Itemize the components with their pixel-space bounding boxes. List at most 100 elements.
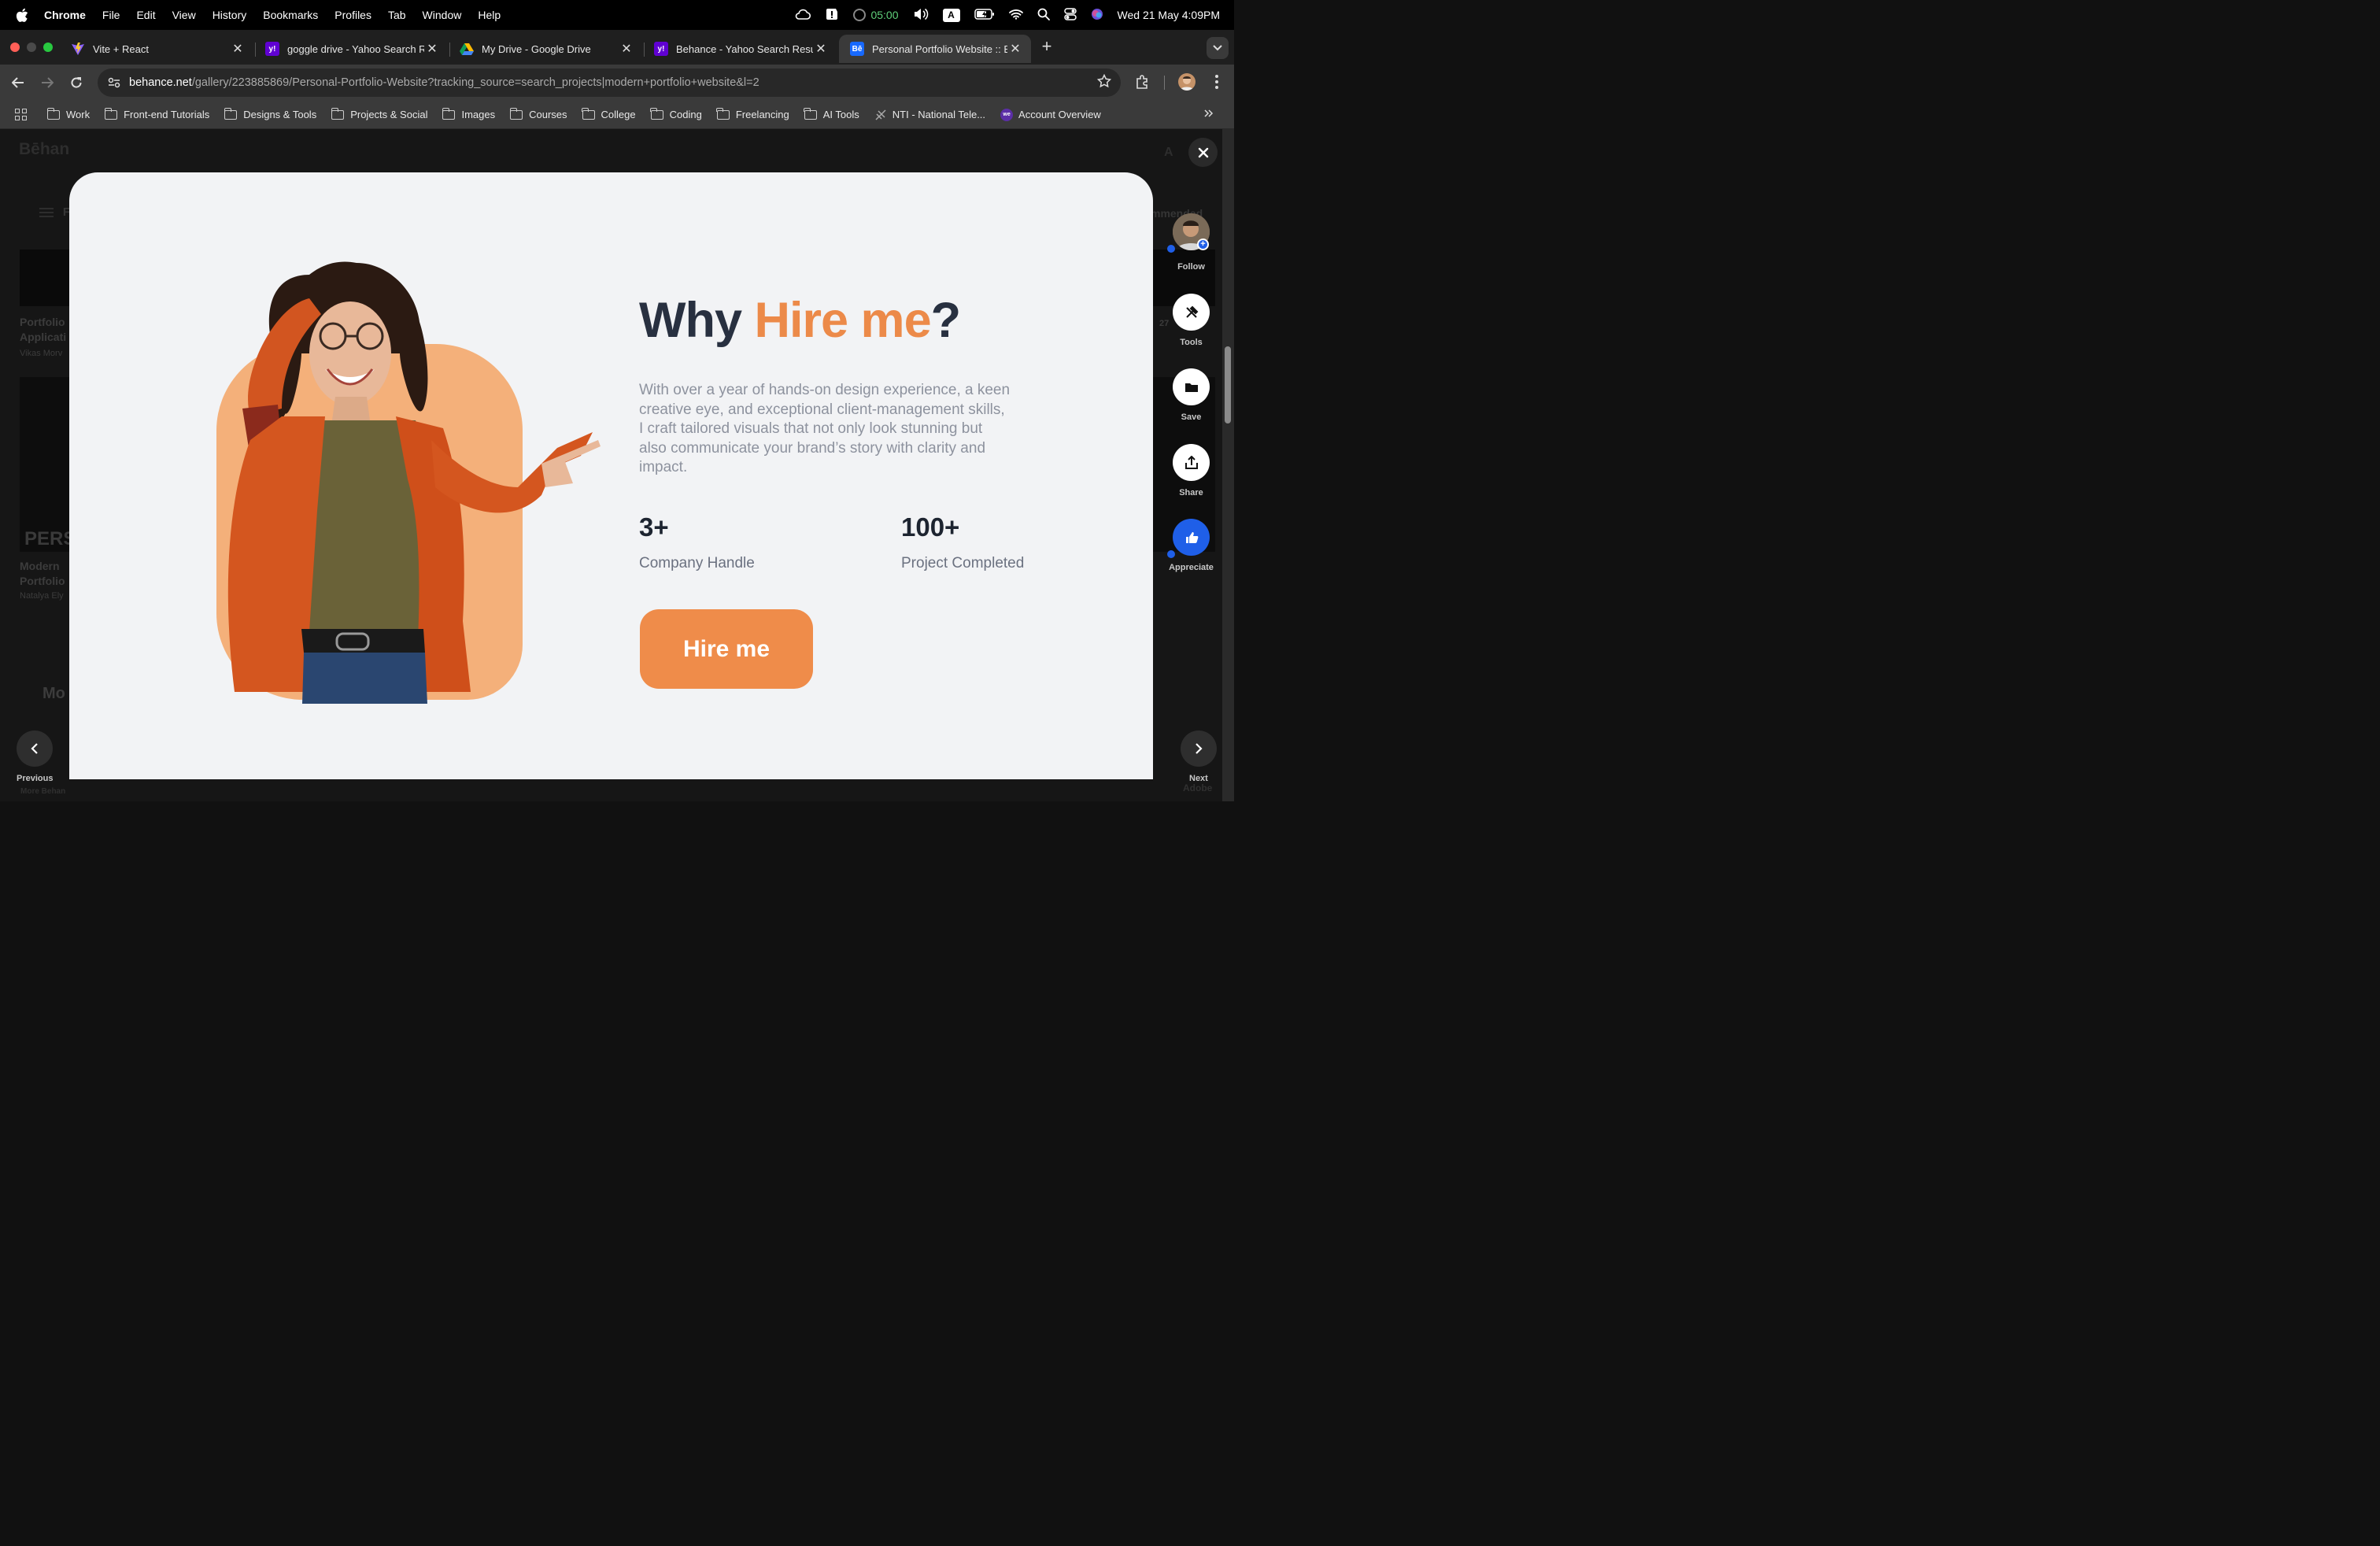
bookmark-folder-coding[interactable]: Coding (650, 107, 702, 120)
window-zoom-button[interactable] (43, 43, 53, 52)
project-thumbnail[interactable] (20, 250, 75, 306)
forward-button[interactable] (39, 74, 56, 91)
save-label[interactable]: Save (1154, 412, 1229, 422)
scrollbar-thumb[interactable] (1225, 346, 1231, 423)
folder-icon (716, 107, 730, 120)
spotlight-search-icon[interactable] (1037, 8, 1050, 23)
menu-view[interactable]: View (172, 9, 196, 21)
tab-close-icon[interactable]: ✕ (813, 41, 829, 57)
appreciate-button[interactable] (1173, 519, 1210, 556)
timer-widget[interactable]: 05:00 (853, 9, 899, 21)
cloud-sync-icon[interactable] (795, 8, 811, 23)
battery-icon[interactable] (974, 8, 995, 22)
project-title[interactable]: Modern Portfolio (20, 559, 72, 589)
bookmark-folder-freelancing[interactable]: Freelancing (716, 107, 789, 120)
previous-project-button[interactable] (17, 730, 53, 767)
tab-search-button[interactable] (1207, 37, 1229, 59)
tab-yahoo-google-drive[interactable]: y! goggle drive - Yahoo Search Results ✕ (254, 35, 448, 63)
profile-avatar[interactable] (1178, 73, 1196, 91)
control-center-icon[interactable] (1063, 7, 1077, 23)
appreciate-label[interactable]: Appreciate (1154, 563, 1229, 572)
filter-button[interactable]: F (39, 205, 70, 220)
share-button[interactable] (1173, 444, 1210, 481)
project-author[interactable]: Natalya Ely (20, 589, 64, 604)
folder-icon (582, 107, 595, 120)
tab-vite-react[interactable]: Vite + React ✕ (60, 35, 253, 63)
bookmark-folder-frontend-tutorials[interactable]: Front-end Tutorials (104, 107, 210, 120)
behance-logo[interactable]: Bēhan (19, 141, 69, 157)
follow-label[interactable]: Follow (1154, 262, 1229, 272)
follow-plus-icon[interactable]: + (1197, 239, 1209, 250)
project-author[interactable]: Vikas Morv (20, 346, 62, 361)
project-title[interactable]: Portfolio Applicati (20, 315, 72, 345)
tab-title: Behance - Yahoo Search Results (676, 43, 813, 55)
tab-yahoo-behance[interactable]: y! Behance - Yahoo Search Results ✕ (643, 35, 837, 63)
extensions-puzzle-icon[interactable] (1136, 75, 1150, 93)
menu-history[interactable]: History (213, 9, 247, 21)
next-project-button[interactable] (1181, 730, 1217, 767)
bookmark-label: Coding (669, 109, 702, 120)
input-source-indicator[interactable]: A (942, 8, 960, 22)
more-behance-link[interactable]: More Behan (20, 784, 65, 799)
next-label[interactable]: Next (1189, 774, 1208, 783)
apps-grid-icon[interactable] (15, 108, 28, 121)
window-minimize-button[interactable] (27, 43, 36, 52)
menu-bookmarks[interactable]: Bookmarks (263, 9, 318, 21)
menu-file[interactable]: File (102, 9, 120, 21)
wifi-icon[interactable] (1008, 9, 1023, 22)
tab-close-icon[interactable]: ✕ (1007, 41, 1023, 57)
tools-button[interactable] (1173, 294, 1210, 331)
previous-label[interactable]: Previous (17, 774, 53, 783)
reload-button[interactable] (68, 74, 85, 91)
bookmark-label: Front-end Tutorials (124, 109, 210, 120)
bookmark-nti[interactable]: NTI - National Tele... (874, 109, 985, 121)
menu-edit[interactable]: Edit (136, 9, 155, 21)
bookmark-folder-images[interactable]: Images (442, 107, 496, 120)
volume-icon[interactable] (913, 8, 929, 23)
chrome-menu-button[interactable] (1209, 73, 1225, 91)
bookmark-folder-courses[interactable]: Courses (509, 107, 567, 120)
site-settings-icon[interactable] (105, 74, 123, 91)
apple-menu-icon[interactable] (14, 7, 30, 23)
timer-text: 05:00 (870, 9, 899, 21)
menu-window[interactable]: Window (423, 9, 462, 21)
woman-pointing-photo (227, 261, 601, 704)
save-button[interactable] (1173, 368, 1210, 405)
bookmark-label: Images (461, 109, 496, 120)
back-button[interactable] (9, 74, 27, 91)
tab-behance-portfolio[interactable]: Bē Personal Portfolio Website :: Behance… (839, 35, 1031, 63)
siri-icon[interactable] (1091, 8, 1103, 23)
stat-value-company: 3+ (639, 512, 669, 542)
new-tab-button[interactable]: + (1039, 36, 1055, 57)
address-bar[interactable]: behance.net /gallery/223885869/Personal-… (98, 68, 1121, 97)
bookmark-folder-designs-tools[interactable]: Designs & Tools (224, 107, 316, 120)
folder-icon (46, 107, 60, 120)
bookmark-folder-ai-tools[interactable]: AI Tools (804, 107, 859, 120)
stat-label-company: Company Handle (639, 555, 755, 571)
project-thumbnail[interactable]: PERS (20, 377, 76, 552)
close-modal-button[interactable] (1188, 138, 1218, 167)
bookmark-folder-work[interactable]: Work (46, 107, 90, 120)
tools-label[interactable]: Tools (1154, 338, 1229, 347)
menubar-datetime[interactable]: Wed 21 May 4:09PM (1118, 9, 1220, 21)
menu-profiles[interactable]: Profiles (334, 9, 371, 21)
menu-app-name[interactable]: Chrome (44, 9, 86, 21)
tab-close-icon[interactable]: ✕ (619, 41, 634, 57)
notification-app-icon[interactable] (825, 7, 839, 24)
we-icon: we (1000, 108, 1014, 121)
bookmark-account-overview[interactable]: we Account Overview (1000, 108, 1101, 121)
bookmark-folder-college[interactable]: College (582, 107, 636, 120)
bookmark-star-icon[interactable] (1096, 73, 1112, 91)
window-close-button[interactable] (10, 43, 20, 52)
bookmark-folder-projects-social[interactable]: Projects & Social (331, 107, 427, 120)
bookmarks-overflow-icon[interactable] (1204, 109, 1214, 120)
hire-me-button[interactable]: Hire me (640, 609, 813, 689)
tab-my-drive[interactable]: My Drive - Google Drive ✕ (449, 35, 642, 63)
share-label[interactable]: Share (1154, 488, 1229, 497)
description-text: With over a year of hands-on design expe… (639, 382, 1011, 475)
tab-close-icon[interactable]: ✕ (230, 41, 246, 57)
tab-close-icon[interactable]: ✕ (424, 41, 440, 57)
menu-help[interactable]: Help (478, 9, 501, 21)
menu-tab[interactable]: Tab (388, 9, 406, 21)
page-scrollbar[interactable] (1222, 129, 1234, 801)
